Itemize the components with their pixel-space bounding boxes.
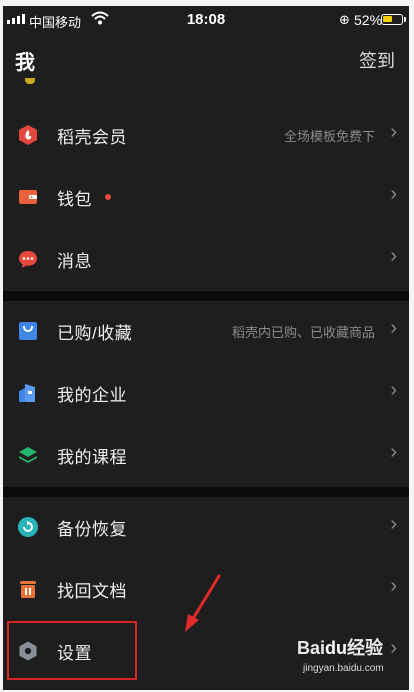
rotation-lock-icon: ⊕	[339, 12, 350, 27]
baidu-watermark: Baidu经验	[297, 634, 383, 660]
chevron-right-icon: ›	[390, 245, 397, 267]
menu-item-docer-vip[interactable]: 稻壳会员 全场模板免费下 ›	[3, 104, 409, 166]
menu-hint: 全场模板免费下	[283, 129, 375, 144]
menu-label: 找回文档	[57, 582, 127, 601]
gear-hexagon-icon	[19, 641, 37, 661]
layers-icon	[19, 447, 37, 463]
flame-hexagon-icon	[19, 125, 37, 145]
menu-hint: 稻壳内已购、已收藏商品	[231, 325, 375, 340]
top-nav: 我 签到	[3, 38, 409, 78]
partial-icon	[25, 78, 35, 84]
watermark-suffix: 经验	[347, 638, 384, 658]
watermark-url: jingyan.baidu.com	[303, 663, 384, 674]
chevron-right-icon: ›	[390, 575, 397, 597]
notification-dot	[105, 194, 111, 200]
page-title: 我	[15, 52, 35, 74]
menu-label: 消息	[57, 252, 92, 271]
menu-label: 设置	[57, 644, 92, 663]
menu-label: 备份恢复	[57, 520, 127, 539]
menu-item-my-enterprise[interactable]: 我的企业 ›	[3, 362, 409, 424]
menu-label: 我的企业	[57, 386, 127, 405]
menu-label: 钱包	[57, 190, 92, 209]
menu-label: 我的课程	[57, 448, 127, 467]
menu-label: 稻壳会员	[57, 128, 127, 147]
chevron-right-icon: ›	[390, 513, 397, 535]
backup-circle-icon	[18, 517, 38, 537]
menu-item-backup-restore[interactable]: 备份恢复 ›	[3, 496, 409, 558]
building-icon	[19, 384, 35, 402]
wallet-icon	[19, 190, 37, 204]
chevron-right-icon: ›	[390, 637, 397, 659]
annotation-arrow-icon	[185, 574, 221, 632]
watermark-brand: Bai	[297, 638, 326, 658]
battery-icon	[381, 14, 403, 25]
menu-item-wallet[interactable]: 钱包 ›	[3, 166, 409, 228]
watermark-paw: du	[325, 638, 348, 658]
chat-bubble-icon	[19, 251, 37, 268]
battery-percent: 52%	[354, 12, 383, 28]
status-bar: 中国移动 18:08 ⊕ 52%	[3, 6, 409, 34]
menu-item-purchased-favorites[interactable]: 已购/收藏 稻壳内已购、已收藏商品 ›	[3, 300, 409, 362]
chevron-right-icon: ›	[390, 379, 397, 401]
menu-item-messages[interactable]: 消息 ›	[3, 228, 409, 290]
shopping-bag-icon	[19, 322, 37, 340]
chevron-right-icon: ›	[390, 441, 397, 463]
chevron-right-icon: ›	[390, 183, 397, 205]
menu-label: 已购/收藏	[57, 324, 133, 343]
chevron-right-icon: ›	[390, 317, 397, 339]
trash-restore-icon	[20, 581, 36, 598]
checkin-button[interactable]: 签到	[359, 47, 395, 73]
battery-tip	[404, 17, 406, 22]
phone-screen: 中国移动 18:08 ⊕ 52% 我 签到 稻壳会员 全场模板免费下 › 钱包	[3, 6, 409, 690]
chevron-right-icon: ›	[390, 121, 397, 143]
menu-item-my-courses[interactable]: 我的课程 ›	[3, 424, 409, 486]
